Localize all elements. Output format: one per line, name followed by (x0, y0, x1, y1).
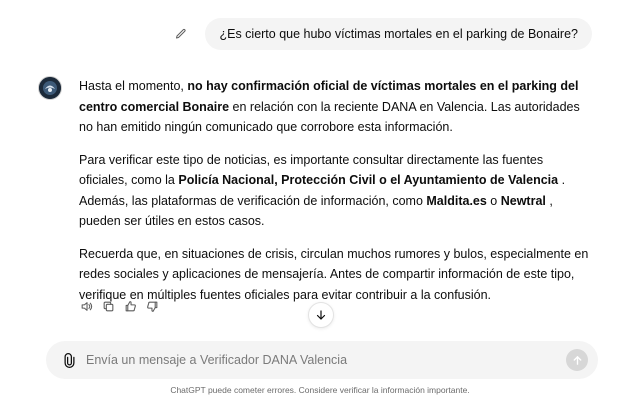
assistant-answer: Hasta el momento, no hay confirmación of… (79, 76, 589, 317)
p2-bold-sources: Policía Nacional, Protección Civil o el … (178, 173, 559, 187)
dislike-button[interactable] (144, 298, 160, 314)
edit-message-button[interactable] (169, 22, 193, 46)
logo-icon (39, 77, 61, 99)
like-button[interactable] (122, 298, 138, 314)
arrow-down-icon (316, 310, 326, 320)
message-composer (46, 341, 598, 379)
read-aloud-button[interactable] (78, 298, 94, 314)
paperclip-icon (64, 352, 74, 368)
pencil-icon (176, 28, 187, 39)
copy-icon (103, 301, 113, 311)
speaker-icon (81, 301, 92, 311)
p2-text-e: o (486, 193, 501, 208)
assistant-avatar (38, 76, 62, 100)
footer-disclaimer: ChatGPT puede cometer errores. Considere… (170, 385, 470, 395)
answer-paragraph-2: Para verificar este tipo de noticias, es… (79, 150, 589, 232)
attach-button[interactable] (60, 351, 78, 369)
thumbs-down-icon (146, 301, 157, 312)
user-message-bubble: ¿Es cierto que hubo víctimas mortales en… (205, 18, 592, 50)
answer-paragraph-3: Recuerda que, en situaciones de crisis, … (79, 246, 589, 302)
send-button[interactable] (566, 349, 588, 371)
message-actions (78, 298, 160, 314)
p1-text-a: Hasta el momento, (79, 79, 188, 93)
p2-bold-newtral: Newtral (500, 193, 546, 208)
copy-button[interactable] (100, 298, 116, 314)
thumbs-up-icon (125, 300, 136, 311)
user-message-row: ¿Es cierto que hubo víctimas mortales en… (169, 18, 592, 50)
message-input[interactable] (86, 353, 566, 367)
arrow-up-icon (573, 355, 581, 365)
scroll-to-bottom-button[interactable] (308, 302, 334, 328)
answer-paragraph-1: Hasta el momento, no hay confirmación of… (79, 76, 589, 138)
p2-bold-maldita: Maldita.es (426, 193, 487, 208)
assistant-message: Hasta el momento, no hay confirmación of… (38, 76, 598, 317)
